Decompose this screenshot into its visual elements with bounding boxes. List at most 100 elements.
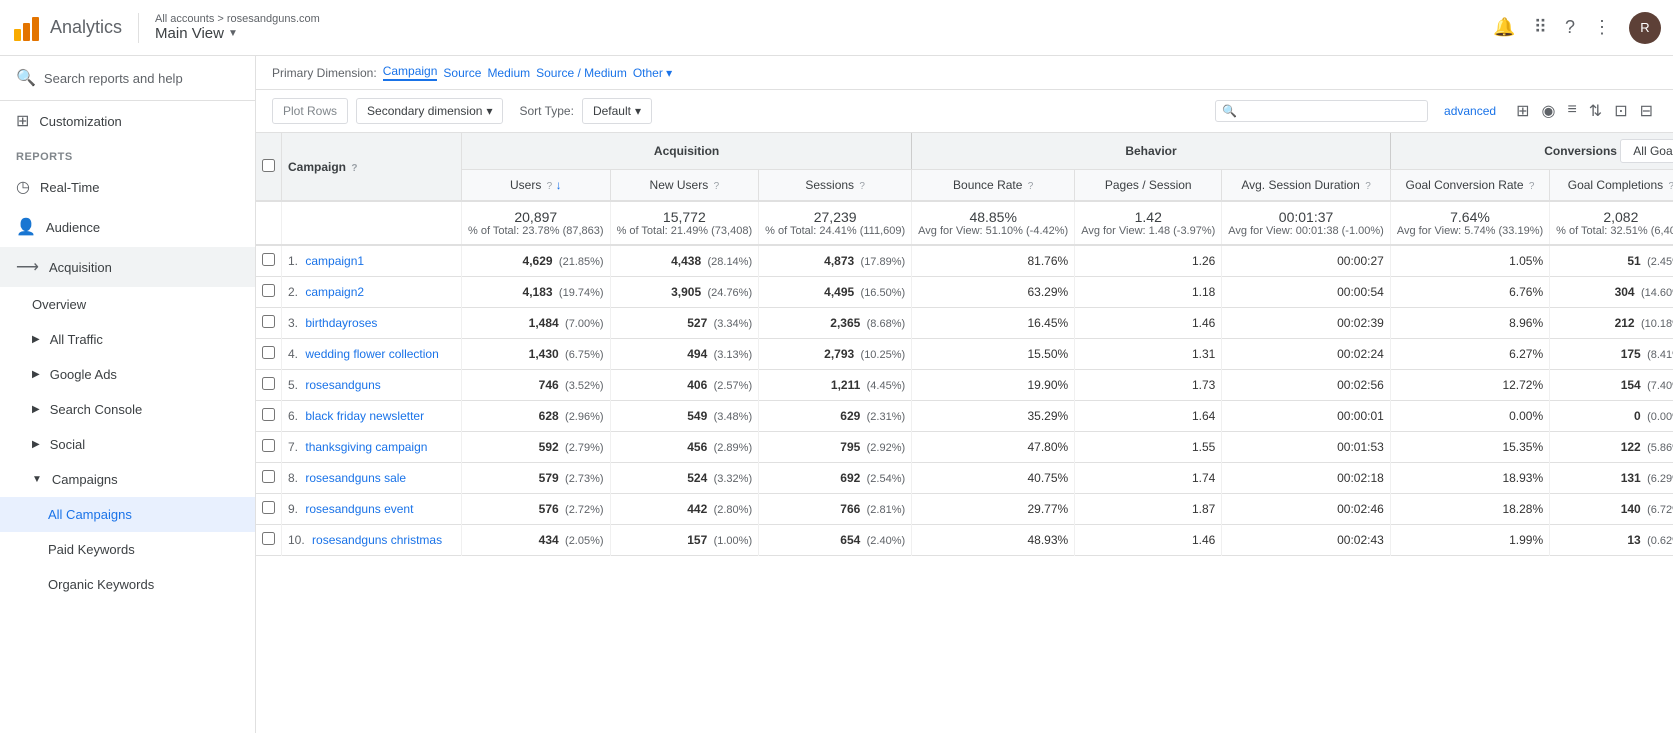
campaign-name-link[interactable]: campaign2 <box>305 285 364 299</box>
sidebar-item-customization[interactable]: ⊞ Customization <box>0 101 255 141</box>
row-checkbox-cell[interactable] <box>256 308 282 339</box>
audience-label: Audience <box>46 220 100 235</box>
dim-campaign-link[interactable]: Campaign <box>383 64 438 81</box>
campaign-name-link[interactable]: thanksgiving campaign <box>305 440 427 454</box>
bell-icon[interactable]: 🔔 <box>1493 17 1515 38</box>
row-checkbox[interactable] <box>262 532 275 545</box>
row-goal-completions: 13 (0.62%) <box>1550 525 1673 556</box>
campaign-name-link[interactable]: rosesandguns sale <box>305 471 406 485</box>
sidebar-item-search-console[interactable]: ▶ Search Console <box>0 392 255 427</box>
advanced-link[interactable]: advanced <box>1444 104 1496 118</box>
app-title: Analytics <box>50 17 122 38</box>
th-sessions: Sessions ? <box>759 170 912 202</box>
lifetime-view-icon[interactable]: ⊟ <box>1636 99 1657 123</box>
sidebar-item-realtime[interactable]: ◷ Real-Time <box>0 167 255 207</box>
row-checkbox[interactable] <box>262 253 275 266</box>
sidebar-item-audience[interactable]: 👤 Audience <box>0 207 255 247</box>
top-header: Analytics All accounts > rosesandguns.co… <box>0 0 1673 56</box>
row-checkbox[interactable] <box>262 439 275 452</box>
dim-other-link[interactable]: Other ▾ <box>633 66 672 80</box>
row-checkbox-cell[interactable] <box>256 277 282 308</box>
totals-sessions-sub: % of Total: 24.41% (111,609) <box>765 225 905 237</box>
plot-rows-button[interactable]: Plot Rows <box>272 98 348 124</box>
breadcrumb-main[interactable]: Main View ▼ <box>155 25 320 42</box>
breadcrumb-area: All accounts > rosesandguns.com Main Vie… <box>155 13 320 42</box>
row-goal-completions: 154 (7.40%) <box>1550 370 1673 401</box>
row-checkbox-cell[interactable] <box>256 401 282 432</box>
help-icon[interactable]: ? <box>1565 17 1575 38</box>
row-checkbox[interactable] <box>262 284 275 297</box>
row-checkbox-cell[interactable] <box>256 494 282 525</box>
sidebar-search-area[interactable]: 🔍 Search reports and help <box>0 56 255 101</box>
totals-pages-val: 1.42 <box>1081 209 1215 225</box>
breadcrumb-dropdown-icon[interactable]: ▼ <box>228 28 238 39</box>
row-checkbox[interactable] <box>262 315 275 328</box>
campaign-name-link[interactable]: rosesandguns <box>305 378 380 392</box>
row-users: 1,430 (6.75%) <box>462 339 611 370</box>
row-checkbox-cell[interactable] <box>256 245 282 277</box>
user-avatar[interactable]: R <box>1629 12 1661 44</box>
row-checkbox-cell[interactable] <box>256 525 282 556</box>
row-goal-conversion: 18.93% <box>1390 463 1549 494</box>
grid-icon[interactable]: ⠿ <box>1534 17 1547 38</box>
sidebar-item-campaigns[interactable]: ▼ Campaigns <box>0 462 255 497</box>
dim-medium-link[interactable]: Medium <box>487 66 530 80</box>
table-view-icon[interactable]: ≡ <box>1563 99 1580 123</box>
view-icons: ⊞ ◉ ≡ ⇅ ⊡ ⊟ <box>1512 99 1657 123</box>
comparison-view-icon[interactable]: ⇅ <box>1585 99 1606 123</box>
campaign-name-link[interactable]: rosesandguns event <box>305 502 413 516</box>
totals-goalconv-sub: Avg for View: 5.74% (33.19%) <box>1397 225 1543 237</box>
campaign-name-link[interactable]: rosesandguns christmas <box>312 533 442 547</box>
row-avg-session: 00:02:18 <box>1222 463 1391 494</box>
campaign-name-link[interactable]: black friday newsletter <box>305 409 424 423</box>
all-goals-select[interactable]: All Goals <box>1620 139 1673 163</box>
sidebar-search-text[interactable]: Search reports and help <box>44 71 183 86</box>
row-goal-completions: 212 (10.18%) <box>1550 308 1673 339</box>
sidebar-item-acquisition[interactable]: ⟶ Acquisition <box>0 247 255 287</box>
sidebar-item-all-campaigns[interactable]: All Campaigns <box>0 497 255 532</box>
totals-sessions-val: 27,239 <box>765 209 905 225</box>
row-checkbox[interactable] <box>262 408 275 421</box>
sidebar-item-overview[interactable]: Overview <box>0 287 255 322</box>
row-num: 1. <box>288 254 298 268</box>
row-avg-session: 00:02:43 <box>1222 525 1391 556</box>
sidebar-item-google-ads[interactable]: ▶ Google Ads <box>0 357 255 392</box>
table-search-box[interactable]: 🔍 <box>1215 100 1428 122</box>
totals-users-val: 20,897 <box>468 209 604 225</box>
pie-view-icon[interactable]: ◉ <box>1537 99 1559 123</box>
row-checkbox-cell[interactable] <box>256 370 282 401</box>
sort-default-button[interactable]: Default ▾ <box>582 98 652 124</box>
campaign-name-link[interactable]: wedding flower collection <box>305 347 438 361</box>
row-checkbox[interactable] <box>262 377 275 390</box>
secondary-dimension-button[interactable]: Secondary dimension ▾ <box>356 98 503 124</box>
row-checkbox-cell[interactable] <box>256 432 282 463</box>
row-checkbox[interactable] <box>262 346 275 359</box>
grid-view-icon[interactable]: ⊞ <box>1512 99 1533 123</box>
row-pages-session: 1.31 <box>1075 339 1222 370</box>
row-checkbox-cell[interactable] <box>256 339 282 370</box>
th-checkbox <box>256 133 282 201</box>
totals-checkbox-cell <box>256 201 282 245</box>
dim-source-medium-link[interactable]: Source / Medium <box>536 66 627 80</box>
totals-avgsession-cell: 00:01:37 Avg for View: 00:01:38 (-1.00%) <box>1222 201 1391 245</box>
clock-icon: ◷ <box>16 177 30 197</box>
table-search-input[interactable] <box>1241 104 1421 118</box>
more-vert-icon[interactable]: ⋮ <box>1593 17 1611 38</box>
row-bounce-rate: 63.29% <box>912 277 1075 308</box>
select-all-checkbox[interactable] <box>262 159 275 172</box>
row-checkbox[interactable] <box>262 501 275 514</box>
campaign-name-link[interactable]: campaign1 <box>305 254 364 268</box>
row-checkbox[interactable] <box>262 470 275 483</box>
campaign-name-link[interactable]: birthdayroses <box>305 316 377 330</box>
sidebar-item-paid-keywords[interactable]: Paid Keywords <box>0 532 255 567</box>
sidebar-item-all-traffic[interactable]: ▶ All Traffic <box>0 322 255 357</box>
campaign-info-icon[interactable]: ? <box>351 163 357 174</box>
row-checkbox-cell[interactable] <box>256 463 282 494</box>
totals-bounce-val: 48.85% <box>918 209 1068 225</box>
row-new-users: 406 (2.57%) <box>610 370 759 401</box>
pivot-view-icon[interactable]: ⊡ <box>1610 99 1631 123</box>
sidebar-item-organic-keywords[interactable]: Organic Keywords <box>0 567 255 602</box>
row-avg-session: 00:00:01 <box>1222 401 1391 432</box>
dim-source-link[interactable]: Source <box>443 66 481 80</box>
sidebar-item-social[interactable]: ▶ Social <box>0 427 255 462</box>
